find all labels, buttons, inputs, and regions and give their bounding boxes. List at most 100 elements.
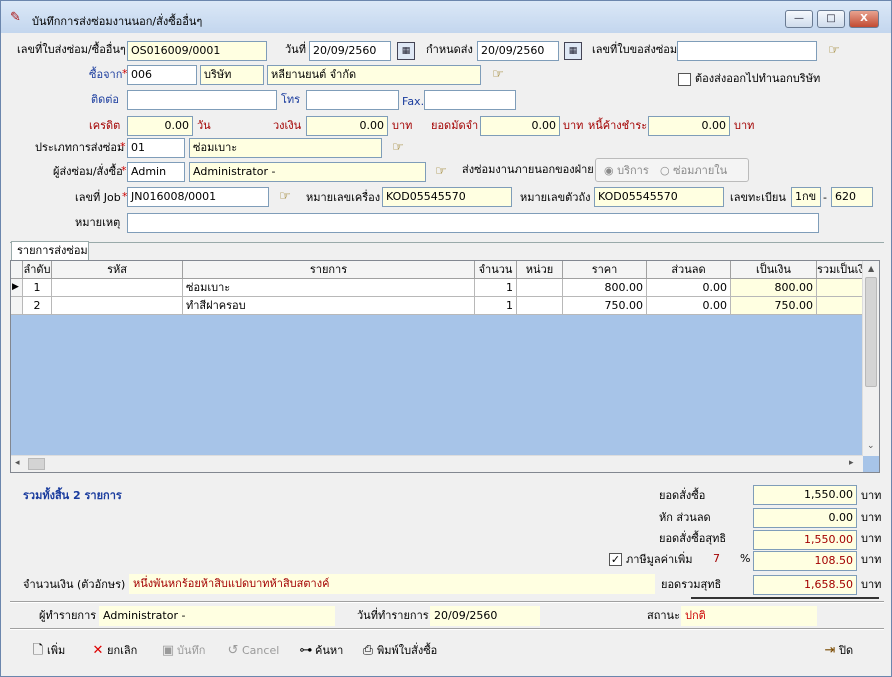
row-selector[interactable]: ▶: [11, 279, 23, 297]
chassis-no-field: KOD05545570: [594, 187, 724, 207]
fax-label: Fax.: [402, 95, 425, 108]
col-header-no[interactable]: ลำดับ: [23, 261, 52, 279]
deposit-label: ยอดมัดจำ: [431, 119, 479, 132]
due-calendar-icon[interactable]: ▦: [564, 42, 582, 60]
calendar-icon[interactable]: ▦: [397, 42, 415, 60]
search-button[interactable]: ⊶ ค้นหา: [297, 642, 344, 662]
job-no-field[interactable]: JN016008/0001: [127, 187, 269, 207]
row-selector[interactable]: [11, 297, 23, 315]
service-radio-label: บริการ: [617, 164, 649, 177]
vat-checkbox[interactable]: ✓: [609, 553, 622, 566]
table-cell-price[interactable]: 800.00: [563, 279, 647, 297]
col-header-item[interactable]: รายการ: [183, 261, 475, 279]
close-window-button[interactable]: X: [849, 10, 879, 28]
service-radio[interactable]: ◉ บริการ: [604, 164, 649, 178]
required-mark: *: [121, 164, 127, 177]
internal-radio[interactable]: ○ ซ่อมภายใน: [660, 164, 727, 178]
table-cell-qty[interactable]: 1: [475, 279, 517, 297]
cancel-document-label: ยกเลิก: [107, 644, 138, 657]
table-cell-code[interactable]: [52, 279, 183, 297]
horizontal-scrollbar[interactable]: ◂ ▸: [11, 455, 863, 472]
date-field[interactable]: 20/09/2560: [309, 41, 391, 61]
table-cell-item[interactable]: ทำสีฝาครอบ: [183, 297, 475, 315]
vendor-lookup-icon[interactable]: ☞: [487, 66, 509, 84]
engine-no-field: KOD05545570: [382, 187, 512, 207]
plate-no-field: 620: [831, 187, 873, 207]
outside-company-label: ต้องส่งออกไปทำนอกบริษัท: [695, 72, 821, 85]
doc-no-field[interactable]: OS016009/0001: [127, 41, 267, 61]
close-button[interactable]: ⇥ ปิด: [821, 642, 854, 662]
plate-prefix-field: 1กข: [791, 187, 821, 207]
vat-amount-field: 108.50: [753, 551, 857, 571]
scroll-left-icon[interactable]: ◂: [15, 458, 20, 468]
net-label: ยอดสั่งซื้อสุทธิ: [659, 532, 727, 545]
discount-unit: บาท: [861, 511, 882, 524]
table-cell-discount[interactable]: 0.00: [647, 279, 731, 297]
table-cell-qty[interactable]: 1: [475, 297, 517, 315]
contact-field[interactable]: [127, 90, 277, 110]
sender-lookup-icon[interactable]: ☞: [430, 163, 452, 181]
limit-unit: บาท: [392, 119, 413, 132]
table-cell-code[interactable]: [52, 297, 183, 315]
col-header-total[interactable]: รวมเป็นเงิน: [817, 261, 863, 279]
date-label: วันที่: [285, 43, 306, 56]
col-header-discount[interactable]: ส่วนลด: [647, 261, 731, 279]
deposit-field: 0.00: [480, 116, 560, 136]
outside-company-checkbox[interactable]: [678, 73, 691, 86]
status-label: สถานะ: [647, 609, 680, 622]
col-header-code[interactable]: รหัส: [52, 261, 183, 279]
dept-radio-group: ◉ บริการ ○ ซ่อมภายใน: [595, 158, 749, 182]
table-cell-no[interactable]: 2: [23, 297, 52, 315]
tab-repair-items[interactable]: รายการส่งซ่อม: [11, 241, 89, 261]
outside-dept-label: ส่งซ่อมงานภายนอกของฝ่าย: [462, 163, 594, 176]
request-lookup-icon[interactable]: ☞: [823, 42, 845, 60]
table-cell-unit[interactable]: [517, 279, 563, 297]
cancel-button[interactable]: ↺ Cancel: [224, 642, 280, 662]
scroll-thumb[interactable]: [865, 277, 877, 387]
request-no-field[interactable]: [677, 41, 817, 61]
col-header-qty[interactable]: จำนวน: [475, 261, 517, 279]
discount-field: 0.00: [753, 508, 857, 528]
maximize-button[interactable]: □: [817, 10, 845, 28]
due-date-field[interactable]: 20/09/2560: [477, 41, 559, 61]
sender-code-field[interactable]: Admin: [127, 162, 185, 182]
grand-total-field: 1,658.50: [753, 575, 857, 595]
outstanding-unit: บาท: [734, 119, 755, 132]
cancel-document-button[interactable]: ✕ ยกเลิก: [89, 642, 138, 662]
job-lookup-icon[interactable]: ☞: [274, 188, 296, 206]
scroll-down-icon[interactable]: ⌄: [867, 441, 875, 451]
cancel-button-label: Cancel: [242, 644, 280, 657]
remark-label: หมายเหตุ: [75, 216, 121, 229]
vendor-code-field[interactable]: 006: [127, 65, 197, 85]
exit-door-icon: ⇥: [824, 643, 836, 658]
repair-type-lookup-icon[interactable]: ☞: [387, 139, 409, 157]
add-button[interactable]: 🗋 เพิ่ม: [29, 642, 66, 662]
separator: [10, 628, 884, 630]
tel-field[interactable]: [306, 90, 399, 110]
table-cell-price[interactable]: 750.00: [563, 297, 647, 315]
hscroll-thumb[interactable]: [28, 458, 45, 470]
scroll-right-icon[interactable]: ▸: [849, 458, 854, 468]
print-button[interactable]: ⎙ พิมพ์ใบสั่งซื้อ: [359, 642, 437, 662]
vertical-scrollbar[interactable]: ▲ ⌄: [862, 261, 879, 456]
repair-type-code-field[interactable]: 01: [127, 138, 185, 158]
table-cell-item[interactable]: ซ่อมเบาะ: [183, 279, 475, 297]
minimize-button[interactable]: —: [785, 10, 813, 28]
credit-label: เครดิต: [89, 119, 121, 132]
save-button[interactable]: ▣ บันทึก: [159, 642, 206, 662]
table-cell-discount[interactable]: 0.00: [647, 297, 731, 315]
x-icon: ✕: [92, 643, 104, 658]
col-header-unit[interactable]: หน่วย: [517, 261, 563, 279]
fax-field[interactable]: [424, 90, 516, 110]
app-icon: ✎: [10, 10, 21, 25]
scroll-up-icon[interactable]: ▲: [868, 264, 874, 273]
table-cell-no[interactable]: 1: [23, 279, 52, 297]
col-header-amount[interactable]: เป็นเงิน: [731, 261, 817, 279]
amount-words-field: หนึ่งพันหกร้อยห้าสิบแปดบาทห้าสิบสตางค์: [129, 574, 655, 594]
table-cell-unit[interactable]: [517, 297, 563, 315]
col-header-price[interactable]: ราคา: [563, 261, 647, 279]
remark-field[interactable]: [127, 213, 819, 233]
created-date-field: 20/09/2560: [430, 606, 540, 626]
grand-total-label: ยอดรวมสุทธิ: [661, 578, 722, 591]
search-button-label: ค้นหา: [315, 644, 344, 657]
